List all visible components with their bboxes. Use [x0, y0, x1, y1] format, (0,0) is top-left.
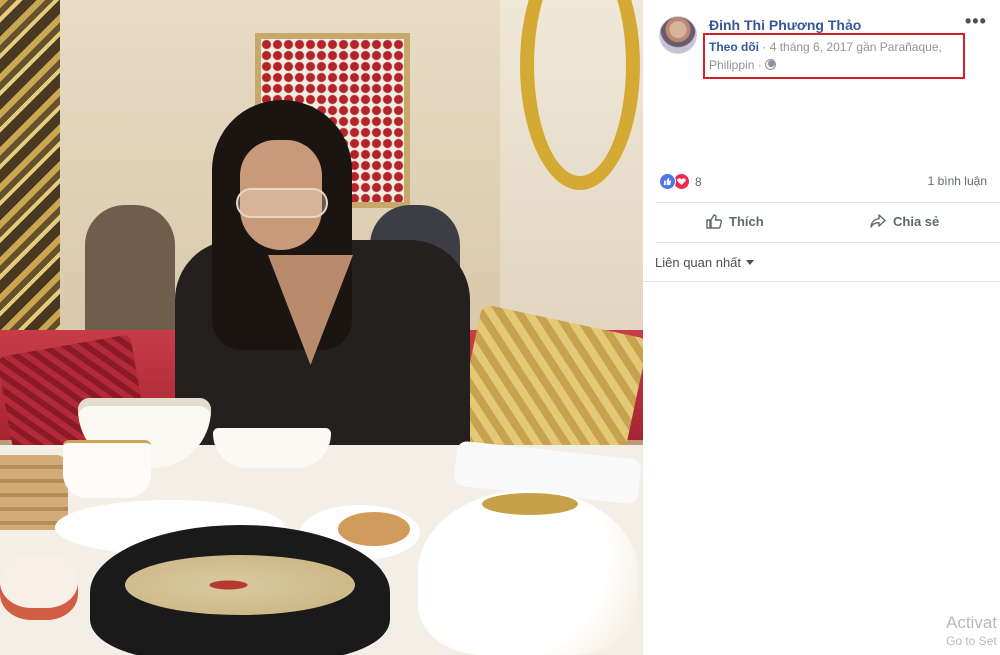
like-label: Thích: [729, 213, 764, 229]
sunglasses: [236, 188, 328, 218]
bamboo-steamer: [0, 455, 68, 530]
divider: [656, 202, 1000, 203]
watermark-line1: Activat: [946, 613, 998, 632]
background-person: [85, 205, 175, 340]
like-icon: [659, 173, 676, 190]
stew: [125, 555, 355, 615]
comment-sort-dropdown[interactable]: Liên quan nhất: [655, 255, 755, 270]
author-name[interactable]: Đinh Thi Phương Thảo: [709, 17, 861, 33]
reaction-count: 8: [695, 174, 702, 189]
avatar[interactable]: [659, 16, 697, 54]
activation-watermark: Activat Go to Set: [946, 612, 997, 648]
comment-count-link[interactable]: 1 bình luận: [928, 174, 987, 188]
post-sidebar: Đinh Thi Phương Thảo ••• Theo dõi · 4 th…: [643, 0, 1000, 655]
thumbs-up-icon: [706, 214, 723, 229]
like-button[interactable]: Thích: [705, 212, 764, 230]
share-button[interactable]: Chia sẻ: [869, 212, 939, 230]
share-icon: [870, 214, 886, 228]
more-options-icon[interactable]: •••: [965, 11, 987, 32]
divider: [643, 281, 1000, 282]
caret-down-icon: [746, 260, 755, 265]
reactions-summary[interactable]: 8: [659, 173, 702, 190]
soup-bowl: [213, 428, 331, 468]
share-label: Chia sẻ: [893, 213, 940, 229]
post-photo[interactable]: [0, 0, 643, 655]
gold-lattice-wall: [0, 0, 60, 340]
tea-cup: [63, 440, 151, 498]
side-dish-food: [338, 512, 410, 546]
comment-sort-label: Liên quan nhất: [655, 255, 742, 270]
watermark-line2: Go to Set: [946, 634, 997, 648]
divider: [656, 242, 1000, 243]
teapot-lid: [482, 493, 578, 515]
kimchi-dish: [0, 555, 78, 620]
highlight-box: [703, 33, 965, 79]
